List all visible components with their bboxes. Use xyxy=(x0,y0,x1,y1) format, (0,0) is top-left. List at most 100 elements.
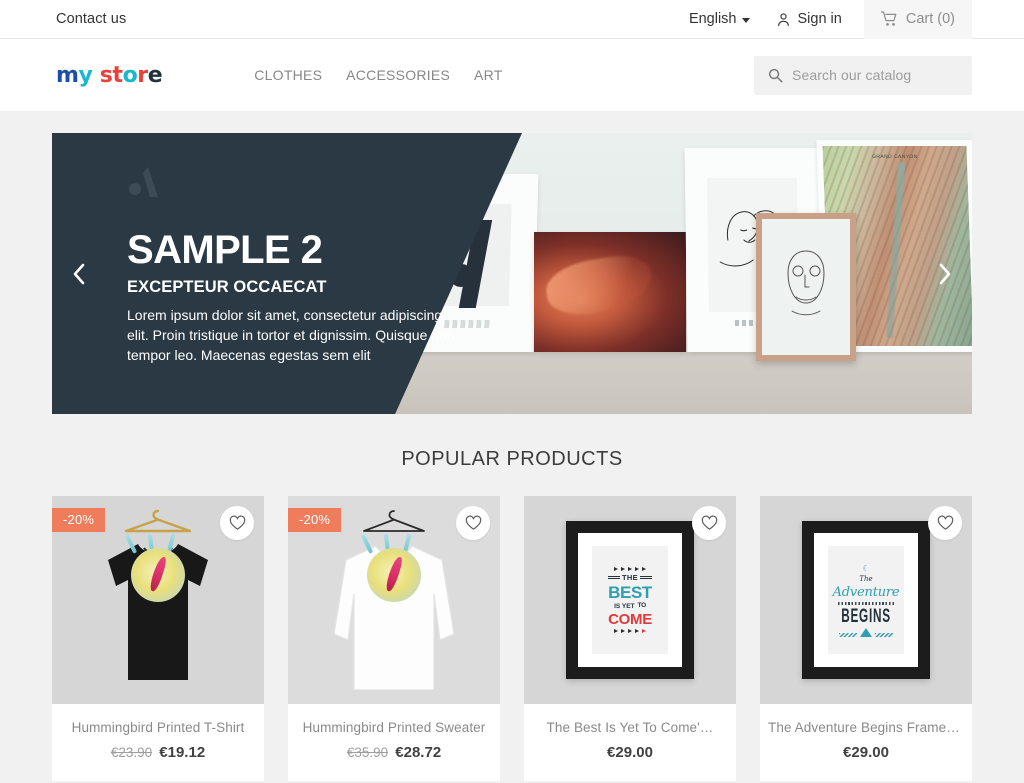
framed-poster-adventure: ☾ The Adventure BEGINS xyxy=(802,521,930,679)
product-price: €28.72 xyxy=(395,744,442,761)
product-card[interactable]: THE BEST IS YET TO COME The Best Is Yet … xyxy=(524,496,736,781)
zigzag-right xyxy=(875,632,893,637)
product-price: €29.00 xyxy=(607,744,653,761)
map-caption: GRAND CANYON xyxy=(871,154,918,161)
product-prices: €29.00 xyxy=(768,744,964,761)
poster-line-the: The xyxy=(859,574,873,583)
cart-label: Cart (0) xyxy=(905,11,955,27)
product-name[interactable]: Hummingbird Printed T-Shirt xyxy=(60,720,256,735)
logo-letter-e: e xyxy=(147,62,163,88)
tent-icon xyxy=(860,627,872,637)
art-canvas xyxy=(534,232,686,353)
product-prices: €29.00 xyxy=(532,744,728,761)
poster-line-adventure: Adventure xyxy=(832,584,900,600)
moon-icon: ☾ xyxy=(862,563,870,573)
poster-line-begins: BEGINS xyxy=(841,605,891,627)
poster-art: ☾ The Adventure BEGINS xyxy=(828,546,904,654)
sign-in-link[interactable]: Sign in xyxy=(776,0,864,39)
poster-triangle-row-bottom xyxy=(614,629,646,633)
poster-dot-divider xyxy=(838,601,894,605)
art-frame-face-sketch xyxy=(756,212,856,361)
logo-letter-o: o xyxy=(122,62,138,88)
contact-us-link[interactable]: Contact us xyxy=(56,11,126,27)
hero-subtitle: EXCEPTEUR OCCAECAT xyxy=(127,278,327,297)
poster-triangle-row xyxy=(614,567,646,571)
product-price: €29.00 xyxy=(843,744,889,761)
cart-button[interactable]: Cart (0) xyxy=(863,0,972,39)
product-name[interactable]: Hummingbird Printed Sweater xyxy=(296,720,492,735)
product-info: The Best Is Yet To Come'… €29.00 xyxy=(524,704,736,781)
topbar-right-group: English Sign in Cart (0) xyxy=(689,0,972,39)
hummingbird-print xyxy=(367,548,421,602)
shopping-cart-icon xyxy=(880,11,898,27)
logo-letter-s: s xyxy=(99,62,113,88)
site-header: my store CLOTHES ACCESSORIES ART Search … xyxy=(0,39,1024,112)
product-prices: €23.90 €19.12 xyxy=(60,744,256,761)
wishlist-button[interactable] xyxy=(692,506,726,540)
wishlist-button[interactable] xyxy=(928,506,962,540)
discount-badge: -20% xyxy=(288,508,342,532)
watermark-logo-icon xyxy=(128,165,164,204)
nav-item-clothes[interactable]: CLOTHES xyxy=(254,67,322,83)
product-name[interactable]: The Adventure Begins Framed… xyxy=(768,720,964,735)
product-thumbnail[interactable]: ☾ The Adventure BEGINS xyxy=(760,496,972,704)
poster-line-come: COME xyxy=(608,611,652,628)
product-thumbnail[interactable]: -20% xyxy=(52,496,264,704)
product-thumbnail[interactable]: -20% xyxy=(288,496,500,704)
hummingbird-print xyxy=(131,548,185,602)
hummingbird-shape xyxy=(384,555,404,593)
hero-carousel: GRAND CANYON SAMPLE 2 EXCEPTEUR OCCAECAT… xyxy=(52,133,972,414)
popular-products-heading: POPULAR PRODUCTS xyxy=(401,448,623,470)
logo-letter-r: r xyxy=(137,62,148,88)
product-info: Hummingbird Printed Sweater €35.90 €28.7… xyxy=(288,704,500,781)
product-old-price: €23.90 xyxy=(110,745,153,760)
nav-item-art[interactable]: ART xyxy=(474,67,503,83)
poster-mat: ☾ The Adventure BEGINS xyxy=(814,533,918,667)
poster-art: THE BEST IS YET TO COME xyxy=(592,546,668,654)
main-navigation: CLOTHES ACCESSORIES ART xyxy=(254,67,502,83)
art-frame-fabric xyxy=(534,232,686,353)
framed-poster-best: THE BEST IS YET TO COME xyxy=(566,521,694,679)
chevron-down-icon xyxy=(741,17,750,23)
search-icon xyxy=(768,68,783,83)
poster-line-best: BEST xyxy=(608,583,652,602)
zigzag-left xyxy=(839,632,857,637)
product-price: €19.12 xyxy=(159,744,206,761)
product-grid: -20% Hummingbird Printed T-Shirt €23.90 … xyxy=(0,496,1024,781)
search-placeholder: Search our catalog xyxy=(792,67,912,83)
poster-mat: THE BEST IS YET TO COME xyxy=(578,533,682,667)
top-bar: Contact us English Sign in Cart (0) xyxy=(0,0,1024,39)
banner-stage: GRAND CANYON SAMPLE 2 EXCEPTEUR OCCAECAT… xyxy=(0,133,1024,414)
product-old-price: €35.90 xyxy=(346,745,389,760)
hummingbird-shape xyxy=(148,555,168,593)
product-prices: €35.90 €28.72 xyxy=(296,744,492,761)
carousel-prev-button[interactable] xyxy=(64,257,94,291)
carousel-next-button[interactable] xyxy=(930,257,960,291)
poster-line-isyet-to: IS YET TO xyxy=(614,602,646,610)
language-label: English xyxy=(688,11,737,27)
discount-badge: -20% xyxy=(52,508,106,532)
product-card[interactable]: -20% xyxy=(288,496,500,781)
product-card[interactable]: ☾ The Adventure BEGINS The Adventure Beg… xyxy=(760,496,972,781)
hero-text-block: SAMPLE 2 EXCEPTEUR OCCAECAT Lorem ipsum … xyxy=(127,229,457,366)
product-thumbnail[interactable]: THE BEST IS YET TO COME xyxy=(524,496,736,704)
language-selector[interactable]: English xyxy=(689,0,776,39)
product-info: Hummingbird Printed T-Shirt €23.90 €19.1… xyxy=(52,704,264,781)
product-info: The Adventure Begins Framed… €29.00 xyxy=(760,704,972,781)
wishlist-button[interactable] xyxy=(220,506,254,540)
logo-letter-y: y xyxy=(78,62,93,88)
wishlist-button[interactable] xyxy=(456,506,490,540)
sign-in-label: Sign in xyxy=(797,11,842,27)
logo-letter-m: m xyxy=(56,62,79,88)
product-name[interactable]: The Best Is Yet To Come'… xyxy=(532,720,728,735)
search-input[interactable]: Search our catalog xyxy=(754,55,972,95)
hero-body: Lorem ipsum dolor sit amet, consectetur … xyxy=(127,307,455,364)
site-logo[interactable]: my store xyxy=(56,62,163,88)
logo-letter-t: t xyxy=(112,62,123,88)
nav-item-accessories[interactable]: ACCESSORIES xyxy=(346,67,450,83)
hero-title: SAMPLE 2 xyxy=(127,228,323,272)
poster-tent-row xyxy=(839,627,893,637)
user-icon xyxy=(776,12,791,27)
poster-line-the: THE xyxy=(608,573,652,582)
product-card[interactable]: -20% xyxy=(52,496,264,781)
